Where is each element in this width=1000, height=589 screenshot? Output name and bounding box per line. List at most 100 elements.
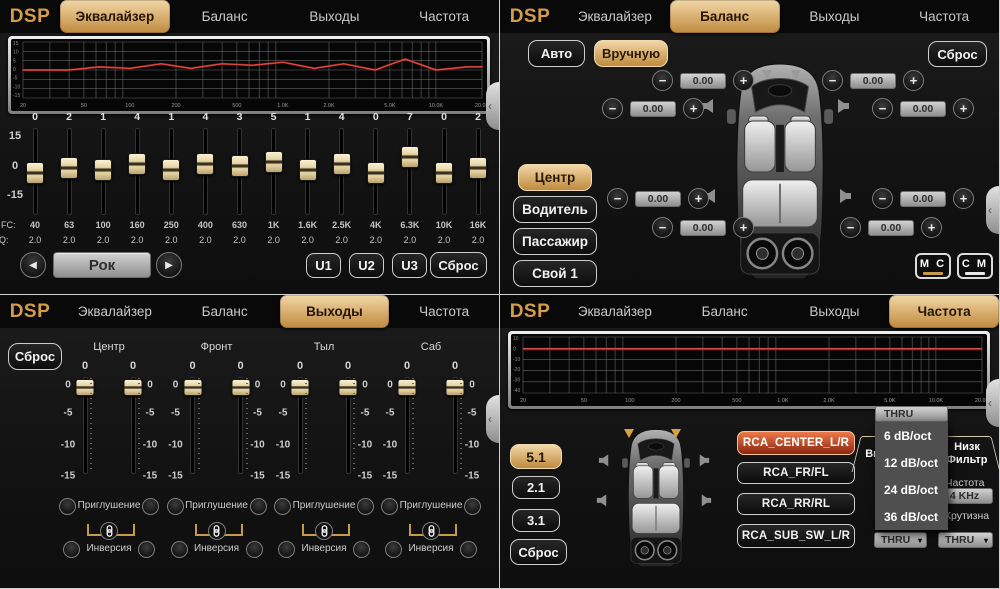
increase-button[interactable]: +: [688, 188, 709, 209]
tab-balance[interactable]: Баланс: [670, 295, 780, 328]
panel-edge-handle[interactable]: ‹: [486, 395, 499, 443]
decrease-button[interactable]: −: [652, 217, 673, 238]
invert-left-toggle[interactable]: [63, 541, 80, 558]
increase-button[interactable]: +: [903, 70, 924, 91]
dropdown-option[interactable]: 6 dB/oct: [875, 422, 948, 449]
eq-band-slider[interactable]: [33, 128, 38, 215]
increase-button[interactable]: +: [953, 188, 974, 209]
tab-outputs[interactable]: Выходы: [280, 0, 390, 33]
increase-button[interactable]: +: [953, 98, 974, 119]
tab-equalizer[interactable]: Эквалайзер: [560, 0, 670, 33]
rca-button-2[interactable]: RCA_RR/RL: [737, 493, 855, 515]
invert-left-toggle[interactable]: [278, 541, 295, 558]
invert-right-toggle[interactable]: [353, 541, 370, 558]
preset-driver-button[interactable]: Водитель: [513, 196, 597, 223]
output-slider[interactable]: [298, 377, 303, 474]
dropdown-option[interactable]: 24 dB/oct: [875, 476, 948, 503]
crossover-reset-button[interactable]: Сброс: [510, 539, 567, 565]
decrease-button[interactable]: −: [840, 217, 861, 238]
invert-left-toggle[interactable]: [385, 541, 402, 558]
eq-slider-thumb[interactable]: [26, 162, 44, 184]
eq-band-slider[interactable]: [169, 128, 174, 215]
eq-band-slider[interactable]: [101, 128, 106, 215]
eq-slider-thumb[interactable]: [94, 159, 112, 181]
config-51-button[interactable]: 5.1: [510, 444, 562, 469]
increase-button[interactable]: +: [733, 70, 754, 91]
rca-button-1[interactable]: RCA_FR/FL: [737, 462, 855, 484]
preset-custom1-button[interactable]: Свой 1: [513, 260, 597, 287]
preset-next-button[interactable]: ▶: [156, 252, 182, 278]
link-channels-toggle[interactable]: [100, 522, 118, 540]
preset-center-button[interactable]: Центр: [518, 164, 592, 191]
decrease-button[interactable]: −: [602, 98, 623, 119]
eq-slider-thumb[interactable]: [469, 157, 487, 179]
tab-frequency[interactable]: Частота: [889, 295, 999, 328]
output-slider[interactable]: [405, 377, 410, 474]
eq-band-slider[interactable]: [407, 128, 412, 215]
mute-left-toggle[interactable]: [381, 498, 398, 515]
eq-band-slider[interactable]: [237, 128, 242, 215]
output-slider[interactable]: [190, 377, 195, 474]
hp-slope-combobox[interactable]: THRU ▾: [874, 532, 927, 548]
mute-left-toggle[interactable]: [167, 498, 184, 515]
eq-band-slider[interactable]: [67, 128, 72, 215]
link-channels-toggle[interactable]: [422, 522, 440, 540]
eq-band-slider[interactable]: [305, 128, 310, 215]
tab-equalizer[interactable]: Эквалайзер: [60, 295, 170, 328]
output-slider[interactable]: [346, 377, 351, 474]
decrease-button[interactable]: −: [607, 188, 628, 209]
tab-outputs[interactable]: Выходы: [780, 0, 890, 33]
eq-slider-thumb[interactable]: [231, 155, 249, 177]
increase-button[interactable]: +: [921, 217, 942, 238]
eq-slider-thumb[interactable]: [162, 159, 180, 181]
tab-equalizer[interactable]: Эквалайзер: [560, 295, 670, 328]
preset-prev-button[interactable]: ◀: [20, 252, 46, 278]
panel-edge-handle[interactable]: ‹: [986, 186, 999, 234]
invert-right-toggle[interactable]: [138, 541, 155, 558]
eq-slider-thumb[interactable]: [367, 162, 385, 184]
tab-outputs[interactable]: Выходы: [280, 295, 390, 328]
lp-slope-combobox[interactable]: THRU ▾: [938, 532, 993, 548]
decrease-button[interactable]: −: [872, 98, 893, 119]
increase-button[interactable]: +: [683, 98, 704, 119]
preset-passenger-button[interactable]: Пассажир: [513, 228, 597, 255]
output-slider[interactable]: [238, 377, 243, 474]
eq-band-slider[interactable]: [442, 128, 447, 215]
eq-slider-thumb[interactable]: [435, 162, 453, 184]
invert-right-toggle[interactable]: [460, 541, 477, 558]
eq-band-slider[interactable]: [476, 128, 481, 215]
dropdown-selected-option[interactable]: THRU: [875, 406, 948, 422]
link-channels-toggle[interactable]: [208, 522, 226, 540]
balance-reset-button[interactable]: Сброс: [928, 41, 987, 67]
rca-button-3[interactable]: RCA_SUB_SW_L/R: [737, 524, 855, 548]
link-channels-toggle[interactable]: [315, 522, 333, 540]
mute-left-toggle[interactable]: [274, 498, 291, 515]
dropdown-option[interactable]: 36 dB/oct: [875, 503, 948, 530]
increase-button[interactable]: +: [733, 217, 754, 238]
output-slider[interactable]: [131, 377, 136, 474]
decrease-button[interactable]: −: [872, 188, 893, 209]
output-slider[interactable]: [83, 377, 88, 474]
eq-band-slider[interactable]: [203, 128, 208, 215]
invert-right-toggle[interactable]: [246, 541, 263, 558]
user-preset-u1-button[interactable]: U1: [306, 253, 341, 278]
balance-manual-button[interactable]: Вручную: [594, 40, 668, 67]
tab-balance[interactable]: Баланс: [670, 0, 780, 33]
balance-auto-button[interactable]: Авто: [528, 40, 585, 67]
invert-left-toggle[interactable]: [171, 541, 188, 558]
tab-equalizer[interactable]: Эквалайзер: [60, 0, 170, 33]
eq-band-slider[interactable]: [271, 128, 276, 215]
tab-balance[interactable]: Баланс: [170, 0, 280, 33]
eq-band-slider[interactable]: [339, 128, 344, 215]
eq-band-slider[interactable]: [373, 128, 378, 215]
preset-display[interactable]: Рок: [53, 252, 151, 278]
tab-frequency[interactable]: Частота: [389, 295, 499, 328]
panel-edge-handle[interactable]: ‹: [986, 379, 999, 427]
tab-frequency[interactable]: Частота: [389, 0, 499, 33]
decrease-button[interactable]: −: [652, 70, 673, 91]
eq-band-slider[interactable]: [135, 128, 140, 215]
memory-mc-button[interactable]: M C: [915, 253, 951, 279]
user-preset-u2-button[interactable]: U2: [349, 253, 384, 278]
decrease-button[interactable]: −: [822, 70, 843, 91]
panel-edge-handle[interactable]: ‹: [486, 82, 499, 130]
